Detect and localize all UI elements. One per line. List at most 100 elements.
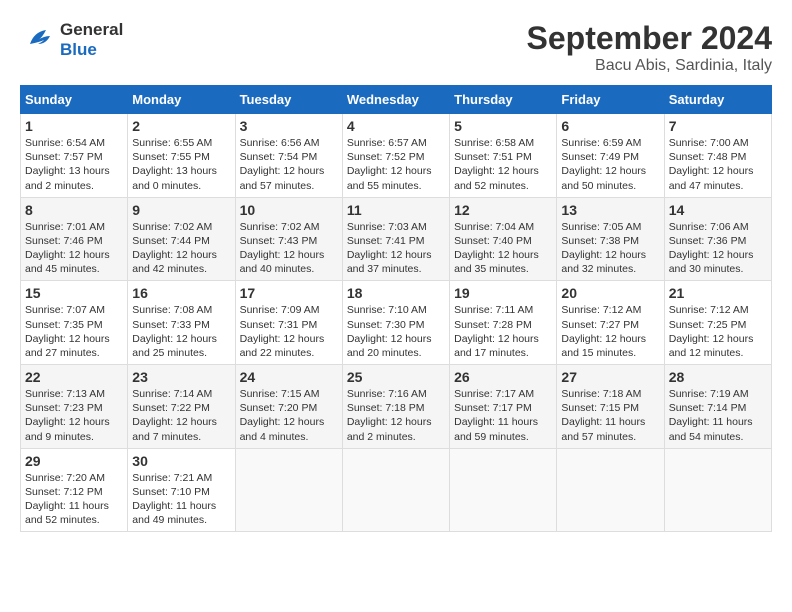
col-wednesday: Wednesday — [342, 86, 449, 114]
logo-icon — [20, 22, 56, 58]
table-row: 16Sunrise: 7:08 AM Sunset: 7:33 PM Dayli… — [128, 281, 235, 365]
calendar-table: Sunday Monday Tuesday Wednesday Thursday… — [20, 85, 772, 532]
day-info: Sunrise: 7:05 AM Sunset: 7:38 PM Dayligh… — [561, 220, 659, 277]
day-number: 22 — [25, 369, 123, 385]
day-info: Sunrise: 7:21 AM Sunset: 7:10 PM Dayligh… — [132, 471, 230, 528]
day-number: 1 — [25, 118, 123, 134]
day-number: 19 — [454, 285, 552, 301]
day-info: Sunrise: 7:06 AM Sunset: 7:36 PM Dayligh… — [669, 220, 767, 277]
day-number: 14 — [669, 202, 767, 218]
day-info: Sunrise: 7:09 AM Sunset: 7:31 PM Dayligh… — [240, 303, 338, 360]
day-number: 13 — [561, 202, 659, 218]
col-sunday: Sunday — [21, 86, 128, 114]
day-number: 28 — [669, 369, 767, 385]
table-row: 4 Sunrise: 6:57 AM Sunset: 7:52 PM Daylig… — [342, 114, 449, 198]
table-row: 6 Sunrise: 6:59 AM Sunset: 7:49 PM Daylig… — [557, 114, 664, 198]
day-info: Sunrise: 6:58 AM Sunset: 7:51 PM Dayligh… — [454, 136, 552, 193]
table-row: 18Sunrise: 7:10 AM Sunset: 7:30 PM Dayli… — [342, 281, 449, 365]
day-number: 29 — [25, 453, 123, 469]
table-row: 7 Sunrise: 7:00 AM Sunset: 7:48 PM Daylig… — [664, 114, 771, 198]
day-info: Sunrise: 7:01 AM Sunset: 7:46 PM Dayligh… — [25, 220, 123, 277]
day-number: 9 — [132, 202, 230, 218]
table-row: 13 Sunrise: 7:05 AM Sunset: 7:38 PM Dayli… — [557, 197, 664, 281]
day-number: 24 — [240, 369, 338, 385]
table-row: 9 Sunrise: 7:02 AM Sunset: 7:44 PM Daylig… — [128, 197, 235, 281]
day-number: 17 — [240, 285, 338, 301]
day-info: Sunrise: 7:12 AM Sunset: 7:27 PM Dayligh… — [561, 303, 659, 360]
day-number: 4 — [347, 118, 445, 134]
day-number: 5 — [454, 118, 552, 134]
day-info: Sunrise: 7:17 AM Sunset: 7:17 PM Dayligh… — [454, 387, 552, 444]
day-info: Sunrise: 7:02 AM Sunset: 7:44 PM Dayligh… — [132, 220, 230, 277]
logo-text: General Blue — [60, 20, 123, 60]
location-title: Bacu Abis, Sardinia, Italy — [527, 57, 772, 75]
table-row: 10 Sunrise: 7:02 AM Sunset: 7:43 PM Dayli… — [235, 197, 342, 281]
day-info: Sunrise: 6:54 AM Sunset: 7:57 PM Dayligh… — [25, 136, 123, 193]
col-thursday: Thursday — [450, 86, 557, 114]
table-row: 2 Sunrise: 6:55 AM Sunset: 7:55 PM Daylig… — [128, 114, 235, 198]
calendar-week-row: 22 Sunrise: 7:13 AM Sunset: 7:23 PM Dayli… — [21, 365, 772, 449]
col-monday: Monday — [128, 86, 235, 114]
day-info: Sunrise: 7:19 AM Sunset: 7:14 PM Dayligh… — [669, 387, 767, 444]
day-number: 8 — [25, 202, 123, 218]
day-info: Sunrise: 7:16 AM Sunset: 7:18 PM Dayligh… — [347, 387, 445, 444]
day-info: Sunrise: 7:14 AM Sunset: 7:22 PM Dayligh… — [132, 387, 230, 444]
table-row: 23 Sunrise: 7:14 AM Sunset: 7:22 PM Dayli… — [128, 365, 235, 449]
day-info: Sunrise: 7:13 AM Sunset: 7:23 PM Dayligh… — [25, 387, 123, 444]
day-number: 3 — [240, 118, 338, 134]
table-row: 11 Sunrise: 7:03 AM Sunset: 7:41 PM Dayli… — [342, 197, 449, 281]
day-info: Sunrise: 7:02 AM Sunset: 7:43 PM Dayligh… — [240, 220, 338, 277]
table-row: 26 Sunrise: 7:17 AM Sunset: 7:17 PM Dayli… — [450, 365, 557, 449]
title-block: September 2024 Bacu Abis, Sardinia, Ital… — [527, 20, 772, 75]
calendar-week-row: 29 Sunrise: 7:20 AM Sunset: 7:12 PM Dayli… — [21, 448, 772, 532]
table-row: 14 Sunrise: 7:06 AM Sunset: 7:36 PM Dayli… — [664, 197, 771, 281]
table-row — [664, 448, 771, 532]
day-number: 23 — [132, 369, 230, 385]
table-row — [342, 448, 449, 532]
day-info: Sunrise: 7:20 AM Sunset: 7:12 PM Dayligh… — [25, 471, 123, 528]
day-number: 16 — [132, 285, 230, 301]
table-row: 8 Sunrise: 7:01 AM Sunset: 7:46 PM Daylig… — [21, 197, 128, 281]
calendar-week-row: 15Sunrise: 7:07 AM Sunset: 7:35 PM Dayli… — [21, 281, 772, 365]
day-number: 25 — [347, 369, 445, 385]
table-row: 1 Sunrise: 6:54 AM Sunset: 7:57 PM Daylig… — [21, 114, 128, 198]
table-row: 21Sunrise: 7:12 AM Sunset: 7:25 PM Dayli… — [664, 281, 771, 365]
col-tuesday: Tuesday — [235, 86, 342, 114]
day-number: 2 — [132, 118, 230, 134]
day-number: 11 — [347, 202, 445, 218]
table-row: 29 Sunrise: 7:20 AM Sunset: 7:12 PM Dayli… — [21, 448, 128, 532]
day-number: 6 — [561, 118, 659, 134]
month-title: September 2024 — [527, 20, 772, 57]
day-info: Sunrise: 6:59 AM Sunset: 7:49 PM Dayligh… — [561, 136, 659, 193]
table-row: 24 Sunrise: 7:15 AM Sunset: 7:20 PM Dayli… — [235, 365, 342, 449]
day-info: Sunrise: 7:03 AM Sunset: 7:41 PM Dayligh… — [347, 220, 445, 277]
table-row: 15Sunrise: 7:07 AM Sunset: 7:35 PM Dayli… — [21, 281, 128, 365]
day-number: 20 — [561, 285, 659, 301]
col-friday: Friday — [557, 86, 664, 114]
day-info: Sunrise: 7:00 AM Sunset: 7:48 PM Dayligh… — [669, 136, 767, 193]
table-row: 27Sunrise: 7:18 AM Sunset: 7:15 PM Dayli… — [557, 365, 664, 449]
page-header: General Blue September 2024 Bacu Abis, S… — [20, 20, 772, 75]
table-row: 3Sunrise: 6:56 AM Sunset: 7:54 PM Daylig… — [235, 114, 342, 198]
table-row: 5 Sunrise: 6:58 AM Sunset: 7:51 PM Daylig… — [450, 114, 557, 198]
day-info: Sunrise: 7:07 AM Sunset: 7:35 PM Dayligh… — [25, 303, 123, 360]
table-row — [557, 448, 664, 532]
table-row — [450, 448, 557, 532]
day-number: 7 — [669, 118, 767, 134]
day-info: Sunrise: 6:57 AM Sunset: 7:52 PM Dayligh… — [347, 136, 445, 193]
calendar-week-row: 1 Sunrise: 6:54 AM Sunset: 7:57 PM Daylig… — [21, 114, 772, 198]
day-number: 26 — [454, 369, 552, 385]
col-saturday: Saturday — [664, 86, 771, 114]
table-row: 25 Sunrise: 7:16 AM Sunset: 7:18 PM Dayli… — [342, 365, 449, 449]
table-row: 22 Sunrise: 7:13 AM Sunset: 7:23 PM Dayli… — [21, 365, 128, 449]
table-row: 20 Sunrise: 7:12 AM Sunset: 7:27 PM Dayli… — [557, 281, 664, 365]
table-row: 17 Sunrise: 7:09 AM Sunset: 7:31 PM Dayli… — [235, 281, 342, 365]
day-info: Sunrise: 6:55 AM Sunset: 7:55 PM Dayligh… — [132, 136, 230, 193]
day-info: Sunrise: 7:15 AM Sunset: 7:20 PM Dayligh… — [240, 387, 338, 444]
day-info: Sunrise: 7:10 AM Sunset: 7:30 PM Dayligh… — [347, 303, 445, 360]
day-number: 10 — [240, 202, 338, 218]
day-info: Sunrise: 7:12 AM Sunset: 7:25 PM Dayligh… — [669, 303, 767, 360]
table-row — [235, 448, 342, 532]
day-number: 27 — [561, 369, 659, 385]
table-row: 28 Sunrise: 7:19 AM Sunset: 7:14 PM Dayli… — [664, 365, 771, 449]
